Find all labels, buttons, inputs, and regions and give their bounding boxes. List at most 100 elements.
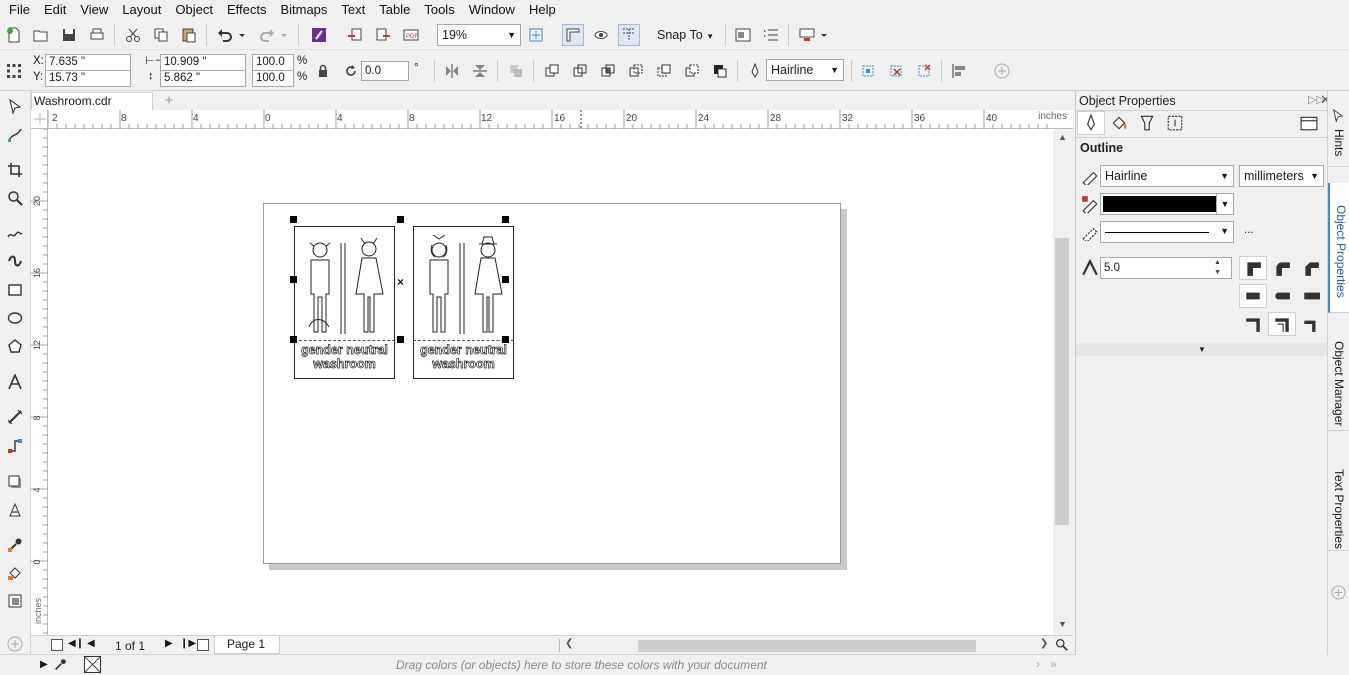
drawing-canvas[interactable]: gender neutral washroom × gender neutral… <box>48 129 1053 635</box>
vertical-scrollbar[interactable]: ▲ ▼ <box>1053 129 1073 635</box>
add-page-after-icon[interactable] <box>197 639 209 651</box>
menu-object[interactable]: Object <box>168 0 220 20</box>
inside-position-icon[interactable] <box>1297 312 1325 336</box>
selection-handle[interactable] <box>290 276 297 283</box>
dock-tab-text-properties[interactable]: Text Properties <box>1328 447 1349 551</box>
width-input[interactable]: 10.909 " <box>160 54 246 71</box>
crop-tool-icon[interactable] <box>4 159 26 181</box>
line-style-select[interactable]: ▼ <box>1100 221 1234 243</box>
outline-width-select[interactable]: Hairline ▼ <box>1100 165 1234 187</box>
vertical-ruler[interactable]: 20 16 12 8 4 0 inches <box>31 129 48 635</box>
mirror-vertical-icon[interactable] <box>469 60 491 82</box>
wrap-text-icon[interactable] <box>857 60 879 82</box>
create-boundary-icon[interactable] <box>709 60 731 82</box>
cut-icon[interactable] <box>122 24 144 46</box>
scroll-down-icon[interactable]: ▼ <box>1058 619 1067 629</box>
text-tool-icon[interactable] <box>4 371 26 393</box>
color-eyedropper-tool-icon[interactable] <box>4 534 26 556</box>
palette-expand-icon[interactable]: ▶ <box>40 659 48 670</box>
first-page-icon[interactable]: ◀❙ <box>68 638 84 649</box>
new-document-icon[interactable] <box>3 24 25 46</box>
front-minus-back-icon[interactable] <box>653 60 675 82</box>
dock-tab-object-properties[interactable]: Object Properties <box>1328 183 1349 313</box>
palette-expand-all-icon[interactable]: » <box>1050 657 1057 671</box>
selection-handle[interactable] <box>290 336 297 343</box>
transparency-tool-icon[interactable] <box>4 499 26 521</box>
ruler-origin-icon[interactable] <box>31 110 48 129</box>
bevel-corner-icon[interactable] <box>1297 256 1325 280</box>
object-origin-icon[interactable] <box>3 60 25 82</box>
rectangle-tool-icon[interactable] <box>4 279 26 301</box>
zoom-level-dropdown[interactable]: 19% ▼ <box>437 24 521 46</box>
palette-eyedropper-icon[interactable] <box>54 658 67 674</box>
menu-help[interactable]: Help <box>522 0 563 20</box>
transparency-tab-icon[interactable] <box>1133 111 1161 135</box>
outline-width-dropdown[interactable]: Hairline ▼ <box>766 59 844 81</box>
menu-window[interactable]: Window <box>462 0 522 20</box>
view-options-icon[interactable] <box>590 24 612 46</box>
snap-to-menu[interactable]: Snap To ▼ <box>657 28 714 42</box>
export-icon[interactable] <box>372 24 394 46</box>
selection-handle[interactable] <box>502 336 509 343</box>
miter-corner-icon[interactable] <box>1239 256 1267 280</box>
page-tab[interactable]: Page 1 <box>214 636 280 654</box>
selection-handle[interactable] <box>397 336 404 343</box>
menu-layout[interactable]: Layout <box>115 0 168 20</box>
new-tab-icon[interactable]: + <box>162 93 176 108</box>
zoom-navigator-icon[interactable] <box>1055 638 1068 654</box>
zoom-to-page-icon[interactable] <box>525 24 547 46</box>
group-icon[interactable] <box>505 60 527 82</box>
fill-tab-icon[interactable] <box>1105 111 1133 135</box>
settings-list-icon[interactable] <box>760 24 782 46</box>
palette-scroll-icon[interactable]: › <box>1036 657 1040 671</box>
drop-shadow-tool-icon[interactable] <box>4 471 26 493</box>
outline-tab-icon[interactable] <box>1077 111 1105 135</box>
undo-icon[interactable] <box>214 24 236 46</box>
selection-handle[interactable] <box>397 216 404 223</box>
delete-icon[interactable] <box>885 60 907 82</box>
outside-position-icon[interactable] <box>1239 312 1267 336</box>
center-position-icon[interactable] <box>1268 312 1296 336</box>
last-page-icon[interactable]: ❙▶ <box>180 638 196 649</box>
scroll-up-icon[interactable]: ▲ <box>1058 132 1067 142</box>
redo-dropdown-icon[interactable] <box>278 24 290 46</box>
washroom-sign[interactable]: gender neutral washroom <box>413 226 514 379</box>
launcher-dropdown-icon[interactable] <box>818 24 830 46</box>
save-icon[interactable] <box>58 24 80 46</box>
pick-tool-icon[interactable] <box>4 96 26 118</box>
undo-dropdown-icon[interactable] <box>236 24 248 46</box>
expand-section-icon[interactable]: ▼ <box>1076 343 1328 356</box>
open-icon[interactable] <box>30 24 52 46</box>
menu-view[interactable]: View <box>73 0 115 20</box>
menu-bitmaps[interactable]: Bitmaps <box>273 0 334 20</box>
previous-page-icon[interactable]: ◀ <box>87 638 95 649</box>
selection-handle[interactable] <box>502 216 509 223</box>
selection-center-icon[interactable]: × <box>397 275 404 289</box>
butt-cap-icon[interactable] <box>1239 284 1267 308</box>
freehand-tool-icon[interactable] <box>4 222 26 244</box>
add-docker-icon[interactable] <box>1331 585 1346 603</box>
add-page-before-icon[interactable] <box>51 639 63 651</box>
align-distribute-icon[interactable] <box>948 60 970 82</box>
intersect-icon[interactable] <box>597 60 619 82</box>
print-icon[interactable] <box>86 24 108 46</box>
scale-x-input[interactable]: 100.0 <box>252 54 294 71</box>
application-launcher-icon[interactable] <box>796 24 818 46</box>
selection-handle[interactable] <box>290 216 297 223</box>
paste-icon[interactable] <box>178 24 200 46</box>
menu-edit[interactable]: Edit <box>37 0 73 20</box>
add-property-icon[interactable] <box>991 60 1013 82</box>
publish-pdf-icon[interactable]: PDF <box>400 24 422 46</box>
document-tab[interactable]: Washroom.cdr <box>31 92 153 110</box>
units-select[interactable]: millimeters ▼ <box>1239 165 1324 187</box>
menu-text[interactable]: Text <box>334 0 372 20</box>
copy-icon[interactable] <box>150 24 172 46</box>
shape-tool-icon[interactable] <box>4 124 26 146</box>
parallel-dimension-tool-icon[interactable] <box>4 406 26 428</box>
miter-limit-input[interactable]: 5.0 <box>1100 257 1232 279</box>
line-style-more-button[interactable]: ... <box>1244 224 1254 236</box>
scroll-left-icon[interactable]: ❮ <box>565 638 573 649</box>
round-cap-icon[interactable] <box>1268 284 1296 308</box>
trim-icon[interactable] <box>569 60 591 82</box>
add-tool-icon[interactable] <box>4 633 26 655</box>
